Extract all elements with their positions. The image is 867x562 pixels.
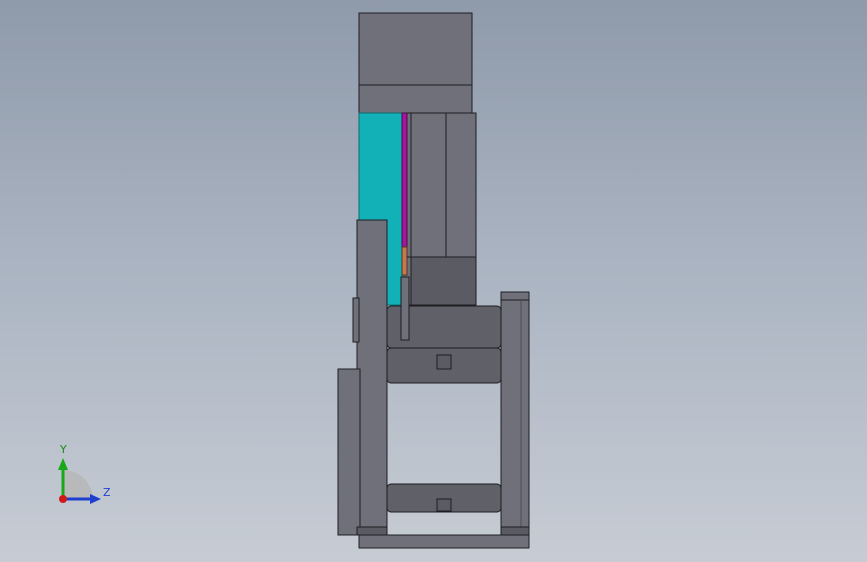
lower-body-shadow (410, 256, 477, 306)
guide-pin (400, 276, 410, 341)
y-axis-label: Y (60, 443, 67, 456)
magenta-insert (401, 112, 408, 248)
cad-assembly (337, 12, 530, 549)
left-clamp-arm (356, 219, 388, 531)
z-axis-arrow-icon (90, 494, 101, 504)
model-viewport[interactable]: Y Z (0, 0, 867, 562)
left-clamp-tab (352, 297, 360, 343)
y-axis-arrow-icon (58, 458, 68, 470)
z-axis-label: Z (103, 486, 111, 499)
orange-insert (401, 246, 408, 276)
coordinate-triad (58, 458, 101, 504)
lower-roller-bolt (436, 498, 452, 512)
right-side-plate-cap (500, 291, 530, 301)
top-block (358, 12, 473, 86)
origin-dot-icon (59, 495, 67, 503)
triad-plane-shading (63, 470, 93, 499)
right-side-plate (500, 291, 530, 531)
bottom-right-foot (500, 526, 530, 536)
bottom-base-plate (358, 534, 530, 549)
bottom-left-foot (356, 526, 388, 536)
middle-roller-bolt (436, 354, 452, 370)
left-base-plate (337, 368, 361, 536)
top-block-lower-band (358, 84, 473, 114)
cad-model-view (58, 12, 530, 549)
